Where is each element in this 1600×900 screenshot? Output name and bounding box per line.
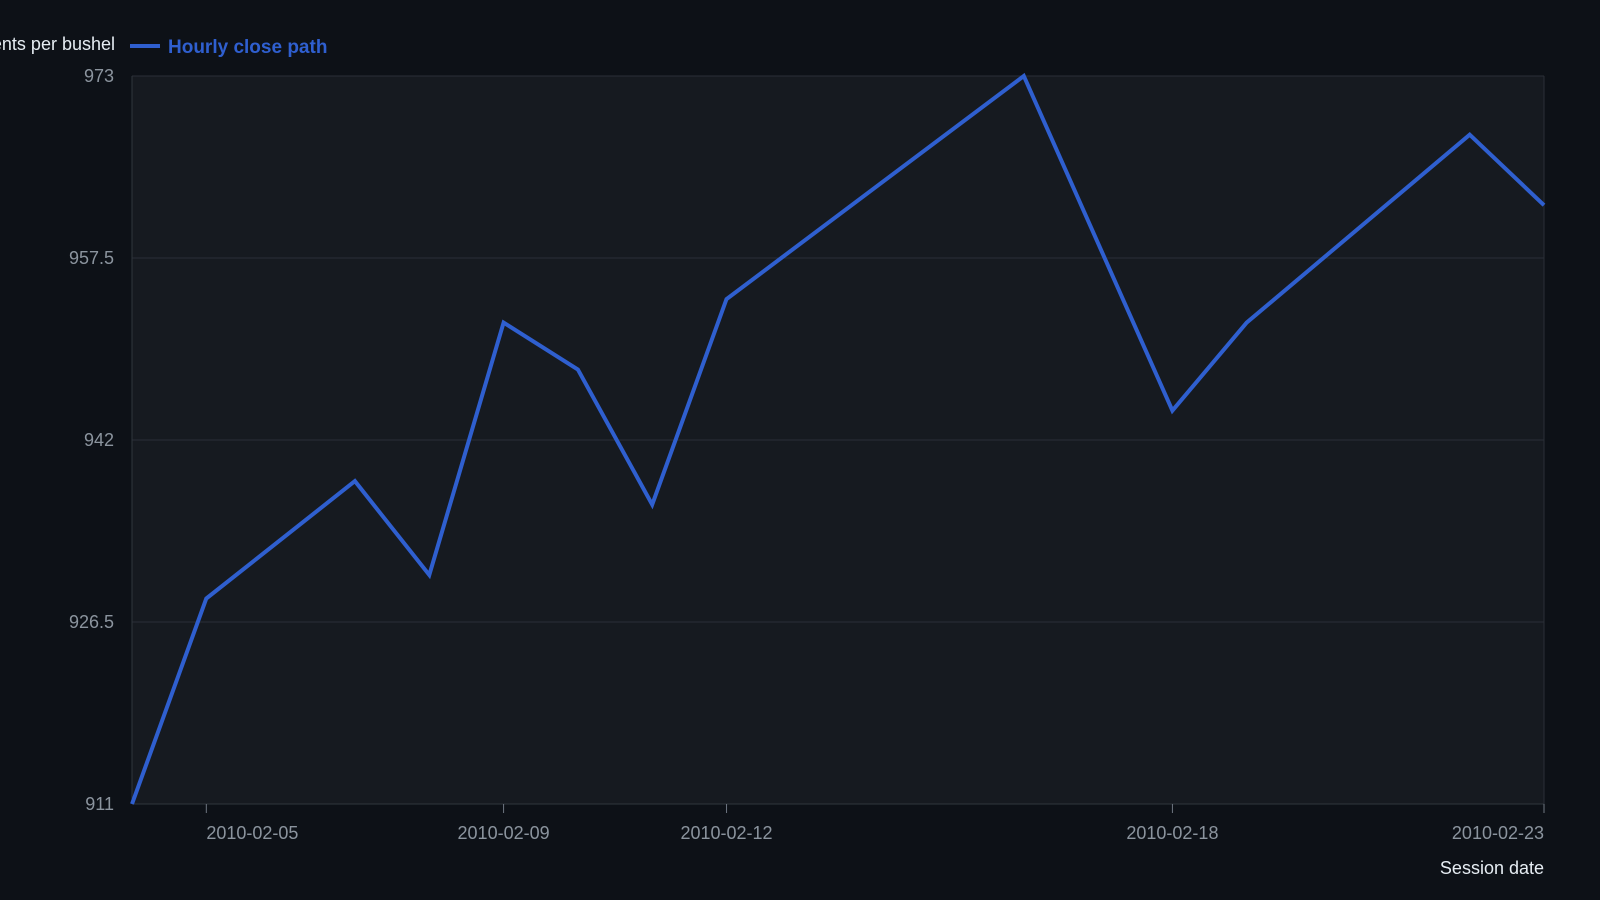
- x-tick-label: 2010-02-18: [1126, 823, 1218, 843]
- x-tick-label: 2010-02-12: [680, 823, 772, 843]
- y-axis-title: Cents per bushel: [0, 34, 115, 54]
- line-chart: 911 926.5 942 957.5 973 2010-02-05 2010-02-09 2…: [0, 34, 1546, 878]
- x-tick-label: 2010-02-23: [1452, 823, 1544, 843]
- chart-container: 911 926.5 942 957.5 973 2010-02-05 2010-02-09 2…: [0, 0, 1600, 900]
- x-tick-label: 2010-02-09: [458, 823, 550, 843]
- legend-label: Hourly close path: [168, 37, 327, 58]
- y-tick-label: 957.5: [69, 248, 114, 268]
- x-tick-label: 2010-02-05: [206, 823, 298, 843]
- y-tick-label: 926.5: [69, 612, 114, 632]
- legend[interactable]: Hourly close path: [130, 37, 327, 58]
- x-axis-title: Session date: [1440, 858, 1544, 878]
- y-tick-label: 973: [84, 66, 114, 86]
- y-tick-label: 942: [84, 430, 114, 450]
- y-tick-label: 911: [85, 794, 114, 814]
